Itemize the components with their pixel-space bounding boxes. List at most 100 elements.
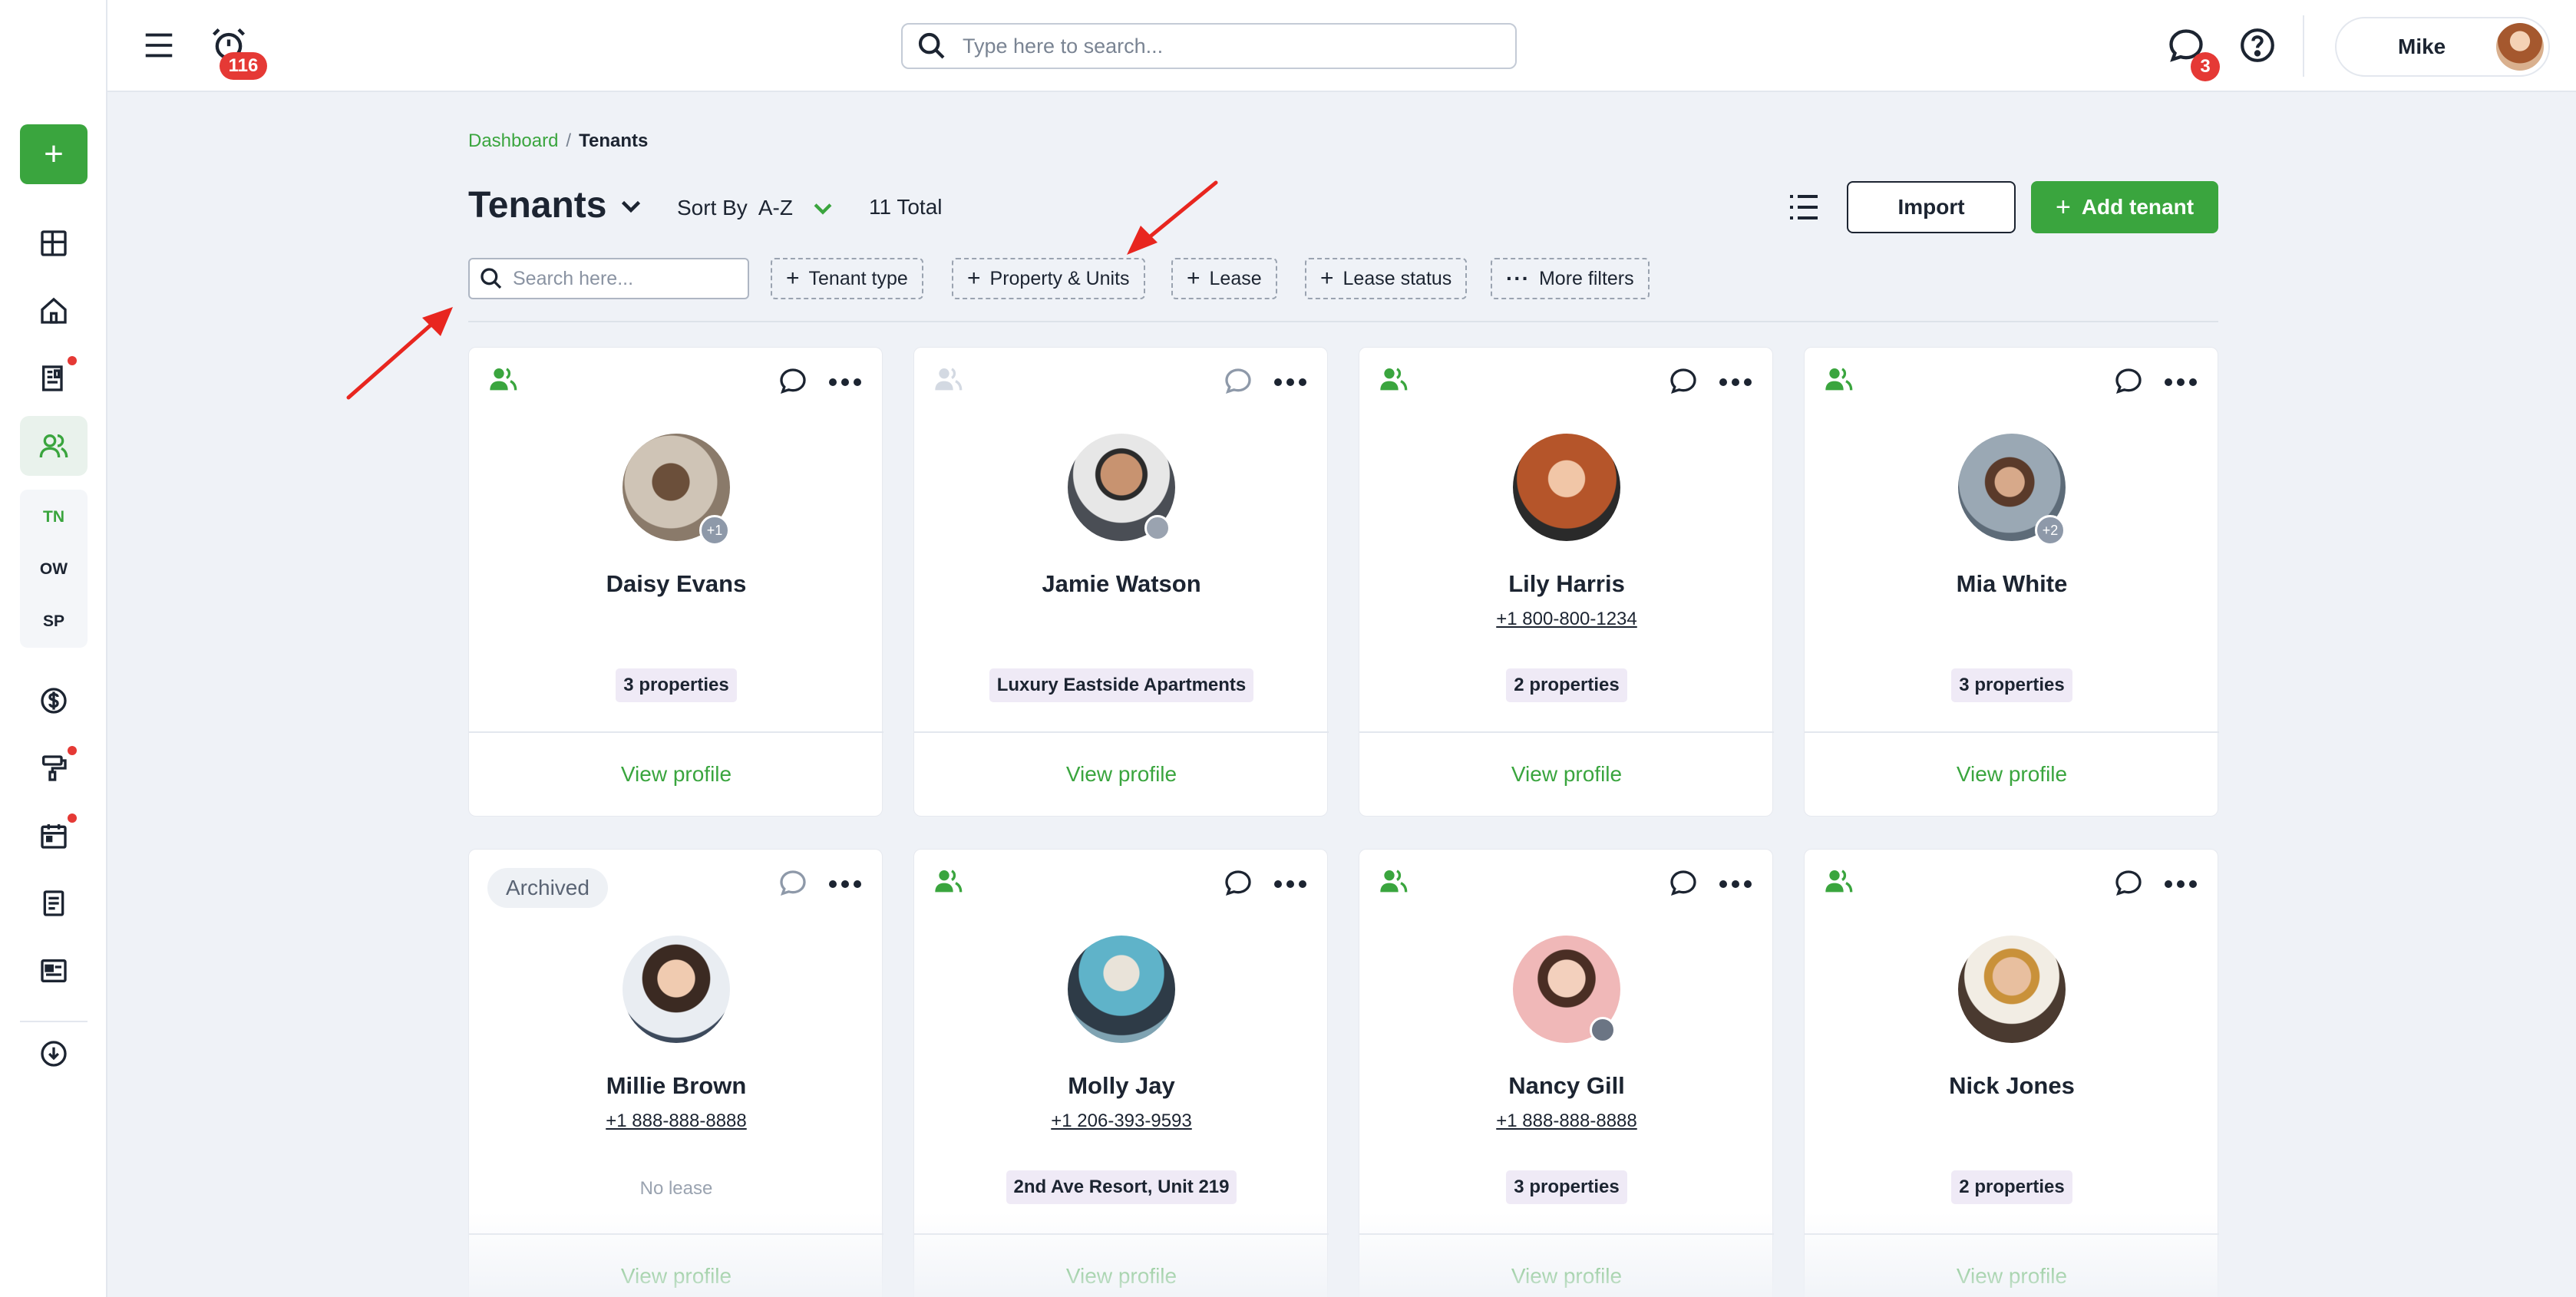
tenant-name: Lily Harris — [1508, 570, 1625, 597]
more-options-icon[interactable] — [827, 871, 864, 897]
property-tag-wrap: 2nd Ave Resort, Unit 219 — [914, 1170, 1329, 1204]
view-profile-link[interactable]: View profile — [469, 1264, 883, 1289]
breadcrumb-current: Tenants — [579, 130, 649, 151]
tenant-phone-link[interactable]: +1 888-888-8888 — [1359, 1111, 1774, 1132]
page-title-dropdown[interactable]: Tenants — [468, 184, 645, 226]
user-menu[interactable]: Mike — [2335, 17, 2550, 77]
quick-add-button[interactable]: + — [20, 124, 88, 184]
hamburger-menu-icon[interactable] — [141, 28, 177, 63]
sidebar: + TN OW SP — [0, 0, 107, 1297]
properties-nav[interactable] — [20, 281, 88, 341]
property-tag-wrap: 3 properties — [469, 668, 883, 702]
global-search-input[interactable] — [963, 34, 1454, 58]
property-tag-wrap: 3 properties — [1359, 1170, 1774, 1204]
download-nav[interactable] — [20, 1024, 88, 1084]
filter-label: Lease status — [1342, 267, 1452, 289]
add-tenant-button[interactable]: + Add tenant — [2031, 181, 2218, 233]
tenant-search[interactable] — [468, 258, 749, 299]
accounting-nav[interactable] — [20, 671, 88, 731]
view-profile-link[interactable]: View profile — [1359, 762, 1774, 787]
more-options-icon[interactable] — [1717, 871, 1754, 897]
chat-bubble-icon[interactable] — [1668, 868, 1699, 899]
filter-lease[interactable]: + Lease — [1171, 258, 1277, 299]
view-profile-link[interactable]: View profile — [1805, 762, 2219, 787]
property-tag-wrap: 2 properties — [1359, 668, 1774, 702]
avatar — [1513, 434, 1620, 541]
chat-bubble-icon[interactable] — [778, 868, 808, 899]
property-tag: 3 properties — [1951, 668, 2072, 702]
additional-tenants-badge: +2 — [2035, 515, 2066, 546]
maintenance-nav[interactable] — [20, 738, 88, 798]
filter-tenant-type[interactable]: + Tenant type — [771, 258, 923, 299]
subnav-tenants[interactable]: TN — [20, 508, 88, 526]
listing-card-icon — [41, 959, 67, 982]
tenant-phone-link[interactable]: +1 800-800-1234 — [1359, 609, 1774, 630]
tenant-card: +2 Mia White 3 properties View profile — [1804, 347, 2219, 817]
people-icon — [39, 434, 68, 458]
tenant-person-icon — [1825, 870, 1853, 893]
filter-label: Property & Units — [989, 267, 1130, 289]
view-profile-link[interactable]: View profile — [469, 762, 883, 787]
sort-dropdown[interactable]: Sort By A-Z — [677, 195, 836, 221]
plus-icon: + — [1187, 266, 1200, 291]
plus-icon: + — [2055, 192, 2071, 222]
cloud-download-icon — [41, 1041, 67, 1067]
more-options-icon[interactable] — [1272, 369, 1309, 395]
alarm-count-badge: 116 — [220, 52, 267, 80]
subnav-owners[interactable]: OW — [20, 560, 88, 579]
reports-nav[interactable] — [20, 873, 88, 933]
card-divider — [469, 1233, 883, 1235]
subnav-service-pros[interactable]: SP — [20, 612, 88, 631]
chat-bubble-icon[interactable] — [1668, 366, 1699, 397]
chat-bubble-icon[interactable] — [2113, 366, 2144, 397]
no-lease-text: No lease — [639, 1178, 713, 1199]
import-button[interactable]: Import — [1847, 181, 2016, 233]
help-icon[interactable] — [2238, 26, 2277, 64]
list-view-icon[interactable] — [1785, 189, 1822, 226]
chat-bubble-icon[interactable] — [778, 366, 808, 397]
topbar: 116 3 Mike — [107, 0, 2576, 92]
building-document-icon — [42, 365, 63, 391]
more-options-icon[interactable] — [1717, 369, 1754, 395]
tenant-name: Nancy Gill — [1508, 1072, 1625, 1099]
avatar — [623, 936, 730, 1043]
tenant-name: Nick Jones — [1949, 1072, 2075, 1099]
calendar-nav[interactable] — [20, 806, 88, 866]
more-options-icon[interactable] — [827, 369, 864, 395]
global-search[interactable] — [901, 23, 1517, 69]
more-options-icon[interactable] — [2162, 369, 2199, 395]
additional-tenants-badge: +1 — [699, 515, 730, 546]
tenant-card: +1 Daisy Evans 3 properties View profile — [468, 347, 883, 817]
filter-label: More filters — [1538, 267, 1634, 289]
tenant-phone-link[interactable]: +1 888-888-8888 — [469, 1111, 883, 1132]
view-profile-link[interactable]: View profile — [1805, 1264, 2219, 1289]
listings-nav[interactable] — [20, 941, 88, 1001]
avatar — [1958, 936, 2066, 1043]
more-options-icon[interactable] — [1272, 871, 1309, 897]
property-tag: Luxury Eastside Apartments — [989, 668, 1254, 702]
plus-icon: + — [786, 266, 800, 291]
filter-lease-status[interactable]: + Lease status — [1305, 258, 1468, 299]
more-options-icon[interactable] — [2162, 871, 2199, 897]
people-nav[interactable] — [20, 416, 88, 476]
chat-bubble-icon[interactable] — [1223, 366, 1253, 397]
dashboard-nav[interactable] — [20, 213, 88, 273]
sidebar-divider — [20, 1021, 88, 1022]
filter-property-units[interactable]: + Property & Units — [952, 258, 1145, 299]
filter-more[interactable]: ··· More filters — [1491, 258, 1650, 299]
chat-bubble-icon[interactable] — [2113, 868, 2144, 899]
tenant-search-input[interactable] — [513, 267, 735, 290]
view-profile-link[interactable]: View profile — [1359, 1264, 1774, 1289]
view-profile-link[interactable]: View profile — [914, 762, 1329, 787]
leases-nav[interactable] — [20, 348, 88, 408]
tenant-name: Daisy Evans — [606, 570, 747, 597]
more-dots-icon: ··· — [1506, 266, 1530, 290]
tenant-phone-link[interactable]: +1 206-393-9593 — [914, 1111, 1329, 1132]
breadcrumb-dashboard[interactable]: Dashboard — [468, 130, 558, 151]
property-tag: 3 properties — [616, 668, 737, 702]
notification-dot — [68, 356, 77, 365]
chat-bubble-icon[interactable] — [1223, 868, 1253, 899]
card-divider — [1805, 731, 2219, 733]
archived-badge: Archived — [487, 868, 608, 908]
view-profile-link[interactable]: View profile — [914, 1264, 1329, 1289]
